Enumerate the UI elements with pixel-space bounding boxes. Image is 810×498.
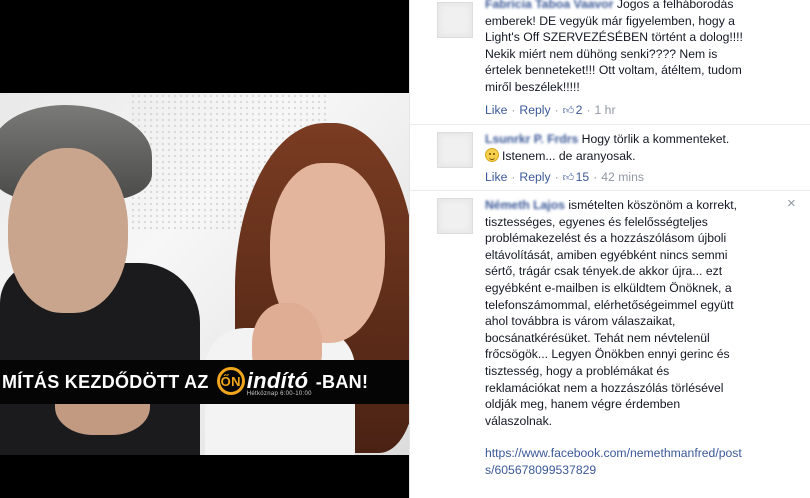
comment-text-line: miről beszélek!!!!!: [485, 79, 580, 94]
comment-text-line: emberek! DE vegyük már figyelemben, hogy…: [485, 13, 735, 28]
comment-item: Fabricia Taboa Vaavor Jogos a felháborod…: [410, 0, 810, 126]
like-count[interactable]: 👍︎ 15: [563, 170, 590, 184]
comment-timestamp[interactable]: 42 mins: [601, 170, 644, 184]
comment-actions: Like · Reply · 👍︎ 2 · 1 hr: [485, 103, 616, 117]
reply-link[interactable]: Reply: [519, 170, 550, 184]
reply-link[interactable]: Reply: [519, 103, 550, 117]
comment-author[interactable]: Lsunrkr P. Frdrs: [485, 132, 578, 146]
avatar[interactable]: [437, 132, 473, 168]
comment-text-line: ismételten köszönöm a korrekt,: [568, 198, 737, 212]
comment-text-line: tisztesség, hogy a problémákat és: [485, 363, 670, 378]
logo-mark-icon: ŐN: [216, 367, 245, 395]
comment-text-line: tisztességes, egyenes és felelősségtelje…: [485, 214, 708, 229]
comment-text-line: válaszolnak.: [485, 413, 553, 428]
like-link[interactable]: Like: [485, 170, 507, 184]
comment-text-line: problémakezelést és a hozzászólásom újbo…: [485, 231, 727, 246]
comment-text-line: Hogy törlik a kommenteket.: [581, 132, 730, 146]
comment-text-line: telefonszámommal, elérhetőségeimmel együ…: [485, 297, 734, 312]
comment-text-line: értelek benneteket!!! Ott voltam, átélte…: [485, 63, 742, 78]
comment-timestamp[interactable]: 1 hr: [595, 103, 616, 117]
comment-text-line: ahol továbbra is várom válaszaikat,: [485, 314, 676, 329]
close-icon[interactable]: ×: [787, 195, 796, 212]
comment-text-line: oldják meg, hanem végre érdemben: [485, 397, 681, 412]
comment-text-line: sértő, trágár csak tények.de akkor újra.…: [485, 264, 723, 279]
banner-text-left: MÍTÁS KEZDŐDÖTT AZ: [2, 371, 209, 392]
comment-text-line: Light's Off SZERVEZÉSÉBEN történt a dolo…: [485, 30, 743, 45]
post-photo[interactable]: MÍTÁS KEZDŐDÖTT AZ ŐN indító Hétköznap 6…: [0, 0, 409, 498]
comment-item: × Németh Lajos ismételten köszönöm a kor…: [410, 190, 810, 498]
comment-text-line: frőcsögök... Legyen Önökben ennyi gerinc…: [485, 347, 730, 362]
comment-item: Lsunrkr P. Frdrs Hogy törlik a kommentek…: [410, 124, 810, 190]
photo-banner: MÍTÁS KEZDŐDÖTT AZ ŐN indító Hétköznap 6…: [0, 360, 409, 404]
comment-actions: Like · Reply · 👍︎ 15 · 42 mins: [485, 170, 644, 184]
banner-text-right: -BAN!: [315, 371, 369, 392]
comment-text-line: bocsánatkérésüket. Tehát nem névtelenül: [485, 330, 710, 345]
comment-text-line: Nekik miért nem dühöng senki???? Nem is: [485, 46, 718, 61]
comment-author[interactable]: Németh Lajos: [485, 198, 565, 212]
like-count[interactable]: 👍︎ 2: [563, 103, 583, 117]
comment-text-line: Istenem... de aranyosak.: [502, 148, 636, 163]
comment-body: Fabricia Taboa Vaavor Jogos a felháborod…: [485, 0, 785, 96]
post-url-link[interactable]: https://www.facebook.com/nemethmanfred/p…: [485, 445, 785, 478]
like-link[interactable]: Like: [485, 103, 507, 117]
comment-text-line: reklamációkat nem a hozzászólás törlésév…: [485, 380, 724, 395]
comment-text-line: egyébként e-mailben is elküldtem Önöknek…: [485, 280, 732, 295]
comment-author[interactable]: Fabricia Taboa Vaavor: [485, 0, 613, 11]
avatar[interactable]: [437, 2, 473, 38]
comment-text-line: Jogos a felháborodás: [616, 0, 734, 11]
thumbs-up-icon: 👍︎: [562, 172, 575, 184]
comment-text-line: eltávolítását, amiben egyébként nincs se…: [485, 247, 728, 262]
comment-body: Lsunrkr P. Frdrs Hogy törlik a kommentek…: [485, 131, 785, 164]
comment-list: Fabricia Taboa Vaavor Jogos a felháborod…: [409, 0, 810, 498]
man-head: [8, 148, 128, 313]
radio-logo: ŐN indító Hétköznap 6:00-10:00: [216, 367, 312, 397]
comment-body: Németh Lajos ismételten köszönöm a korre…: [485, 197, 785, 479]
logo-subtext: Hétköznap 6:00-10:00: [246, 391, 312, 397]
thumbs-up-icon: 👍︎: [562, 105, 575, 117]
avatar[interactable]: [437, 198, 473, 234]
smile-emoji-icon: [485, 147, 499, 162]
